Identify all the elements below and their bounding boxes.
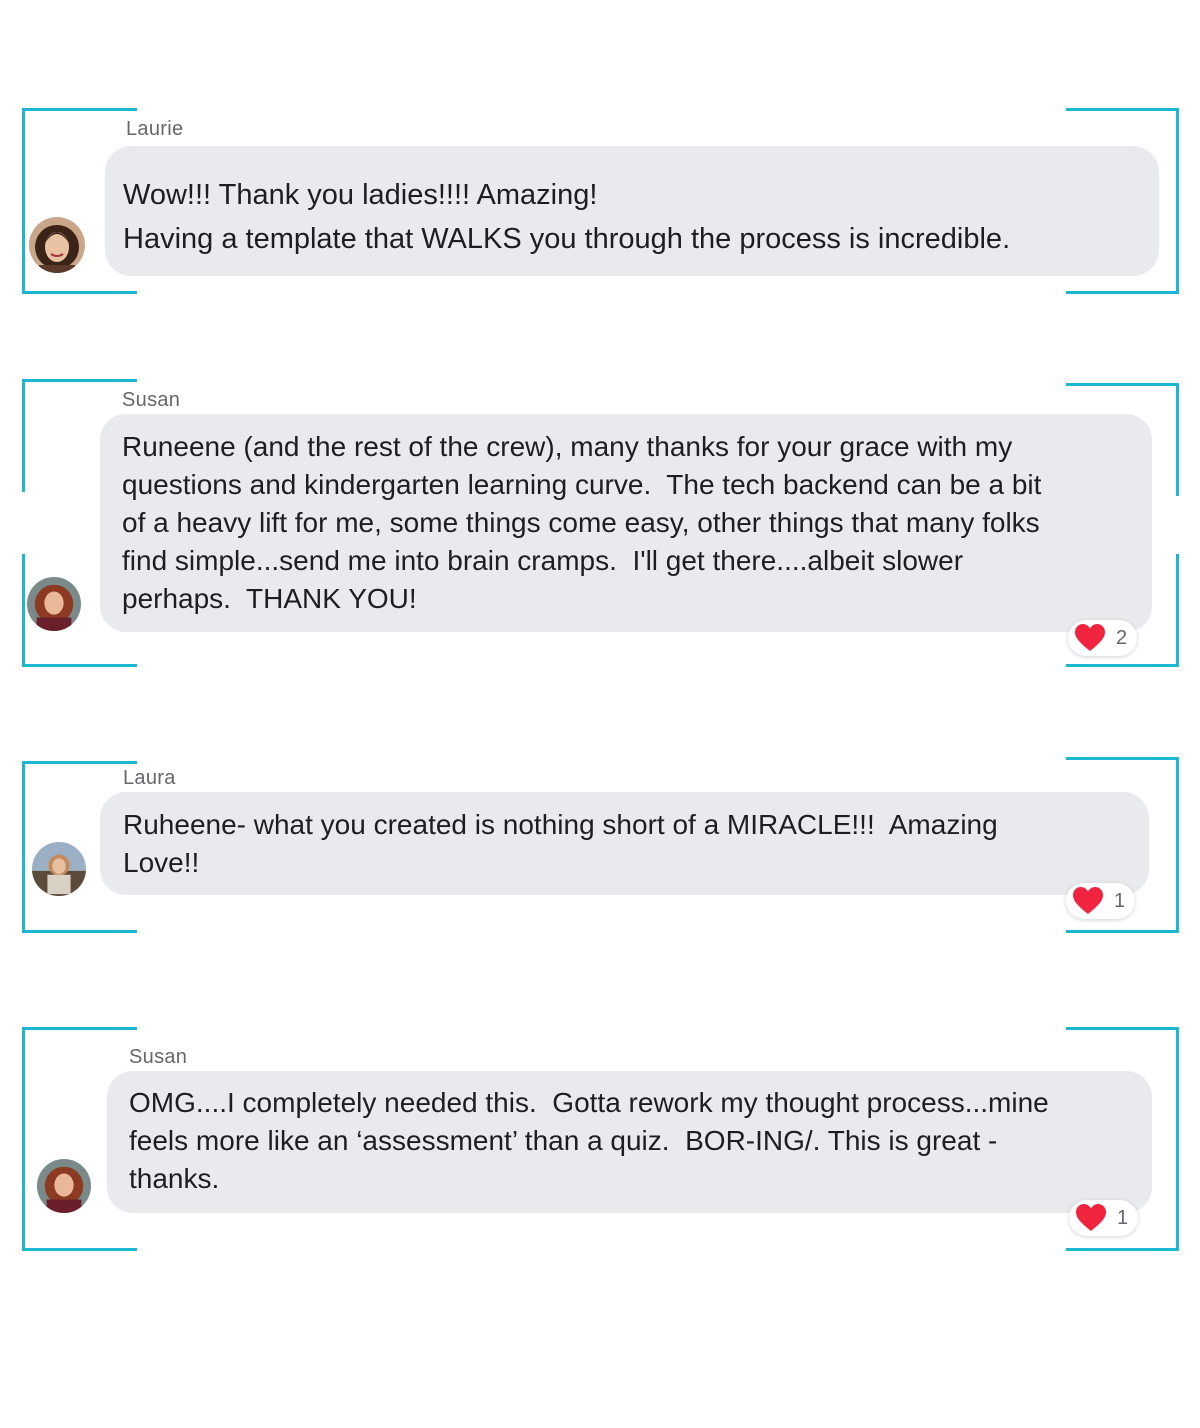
reaction-badge[interactable]: 1: [1069, 1200, 1139, 1236]
comment-bubble[interactable]: OMG....I completely needed this. Gotta r…: [107, 1071, 1152, 1213]
reaction-badge[interactable]: 2: [1068, 620, 1138, 656]
profile-photo-avatar: [29, 217, 85, 273]
avatar[interactable]: [37, 1159, 91, 1213]
comment-text: Ruheene- what you created is nothing sho…: [123, 809, 998, 878]
heart-icon: [1072, 886, 1104, 916]
reaction-count: 1: [1114, 889, 1126, 912]
comment-bubble[interactable]: Wow!!! Thank you ladies!!!! Amazing! Hav…: [105, 146, 1159, 276]
comment-author[interactable]: Susan: [122, 389, 180, 412]
comment-text: Wow!!! Thank you ladies!!!! Amazing! Hav…: [123, 179, 1011, 255]
profile-photo-avatar: [37, 1159, 91, 1213]
reaction-count: 1: [1117, 1206, 1129, 1229]
heart-icon: [1075, 1203, 1107, 1233]
profile-photo-avatar: [27, 577, 81, 631]
comment-author[interactable]: Laura: [123, 767, 176, 790]
avatar[interactable]: [32, 842, 86, 896]
comment-author[interactable]: Susan: [129, 1046, 187, 1069]
reaction-badge[interactable]: 1: [1066, 883, 1136, 919]
reaction-count: 2: [1116, 626, 1128, 649]
comment-text: Runeene (and the rest of the crew), many…: [122, 431, 1042, 614]
comment-author[interactable]: Laurie: [126, 118, 183, 141]
comment-text: OMG....I completely needed this. Gotta r…: [129, 1087, 1049, 1194]
avatar[interactable]: [27, 577, 81, 631]
avatar[interactable]: [29, 217, 85, 273]
comment-bubble[interactable]: Runeene (and the rest of the crew), many…: [100, 414, 1152, 632]
comment-bubble[interactable]: Ruheene- what you created is nothing sho…: [100, 792, 1149, 895]
profile-photo-avatar: [32, 842, 86, 896]
heart-icon: [1074, 623, 1106, 653]
